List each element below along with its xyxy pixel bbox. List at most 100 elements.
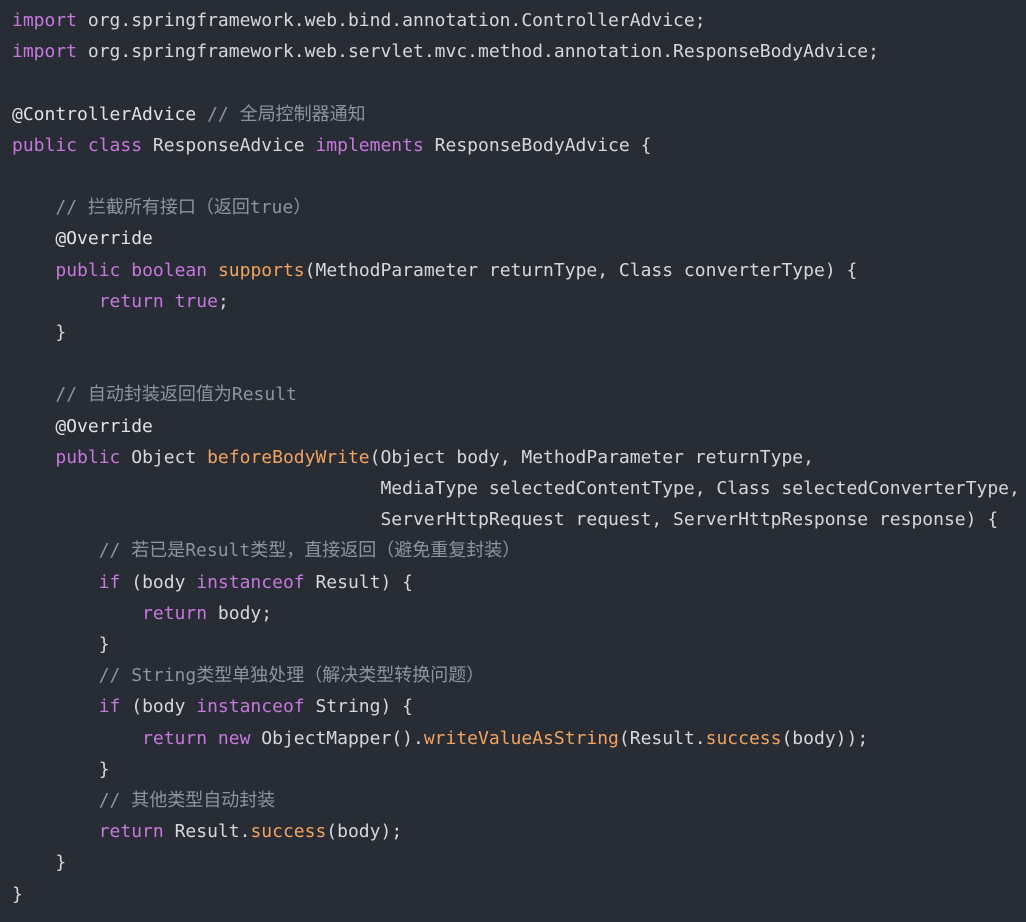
code-line: @Override [12,415,153,439]
keyword-token: instanceof [196,696,305,718]
code-text: ResponseBodyAdvice { [423,134,652,156]
comment-token: // 拦截所有接口（返回true） [55,197,312,219]
code-editor: import org.springframework.web.bind.anno… [0,0,1026,922]
code-text: (body); [326,821,403,843]
code-line: return new ObjectMapper().writeValueAsSt… [12,727,868,751]
code-text: (body)); [781,727,869,749]
keyword-token: class [87,134,143,156]
code-text: body; [207,602,273,624]
code-text: org.springframework.web.servlet.mvc.meth… [77,41,879,63]
code-text: org.springframework.web.bind.annotation.… [77,10,706,31]
code-text: } [12,322,67,343]
comment-token: // 其他类型自动封装 [98,790,276,811]
code-text: } [12,852,67,874]
annotation-token: @Override [12,415,153,437]
keyword-token: return [142,727,208,749]
keyword-token: return [98,290,164,312]
code-text: } [12,634,110,655]
function-token: success [705,727,782,749]
code-line: // 其他类型自动封装 [12,789,276,813]
code-text: Result. [163,821,251,843]
code-text: MediaType selectedContentType, Class sel… [12,478,1020,499]
code-text: (body [120,696,197,718]
function-token: supports [217,259,305,281]
annotation-token: @ControllerAdvice [12,103,197,125]
code-text: Object [120,446,208,468]
comment-token: // String类型单独处理（解决类型转换问题） [98,665,485,687]
code-line: // 自动封装返回值为Result [12,383,297,407]
code-line: if (body instanceof Result) { [12,571,413,595]
comment-token: // 若已是Result类型，直接返回（避免重复封装） [98,540,521,562]
function-token: beforeBodyWrite [207,446,370,468]
code-line: } [12,633,110,657]
keyword-token: if [98,696,121,718]
code-line: public class ResponseAdvice implements R… [12,134,651,158]
code-text: ServerHttpRequest request, ServerHttpRes… [12,509,999,531]
comment-token: // 自动封装返回值为Result [55,384,297,406]
code-line: // String类型单独处理（解决类型转换问题） [12,664,485,688]
code-line: public boolean supports(MethodParameter … [12,259,857,283]
code-line: } [12,758,110,782]
code-line: } [12,883,23,907]
annotation-token: @Override [12,228,153,250]
keyword-token: boolean [131,259,208,281]
keyword-token: if [98,571,121,593]
code-line: @Override [12,227,153,251]
code-line: ServerHttpRequest request, ServerHttpRes… [12,508,998,532]
keyword-token: new [217,727,251,749]
comment-token: // 全局控制器通知 [207,103,366,125]
code-text: ; [217,290,229,312]
keyword-token: return [98,821,164,843]
code-text: (body [120,571,197,593]
code-line: // 若已是Result类型，直接返回（避免重复封装） [12,539,521,563]
keyword-token: return [142,602,208,624]
function-token: writeValueAsString [423,727,619,749]
code-line: import org.springframework.web.bind.anno… [12,9,706,33]
code-line: return body; [12,602,272,626]
function-token: success [250,821,327,843]
code-line: // 拦截所有接口（返回true） [12,196,311,220]
code-text: String) { [304,696,413,718]
code-text: } [12,758,110,780]
code-text: Result) { [304,571,413,593]
code-text: (Result. [618,727,706,749]
code-line: return Result.success(body); [12,820,402,844]
keyword-token: implements [315,134,424,156]
code-line: if (body instanceof String) { [12,695,413,719]
keyword-token: true [174,290,218,312]
code-line: return true; [12,290,229,314]
keyword-token: public [55,259,121,281]
keyword-token: public [55,446,121,468]
code-line: } [12,851,66,875]
keyword-token: import [12,10,78,31]
keyword-token: public [12,134,78,156]
code-line: @ControllerAdvice // 全局控制器通知 [12,103,366,127]
code-text: (MethodParameter returnType, Class conve… [304,259,858,281]
code-text: ObjectMapper(). [250,727,424,749]
code-text: (Object body, MethodParameter returnType… [369,446,814,468]
code-line: } [12,321,66,345]
code-line: MediaType selectedContentType, Class sel… [12,477,1020,501]
keyword-token: import [12,41,78,63]
code-text: } [12,883,23,905]
code-text: ResponseAdvice [142,134,316,156]
